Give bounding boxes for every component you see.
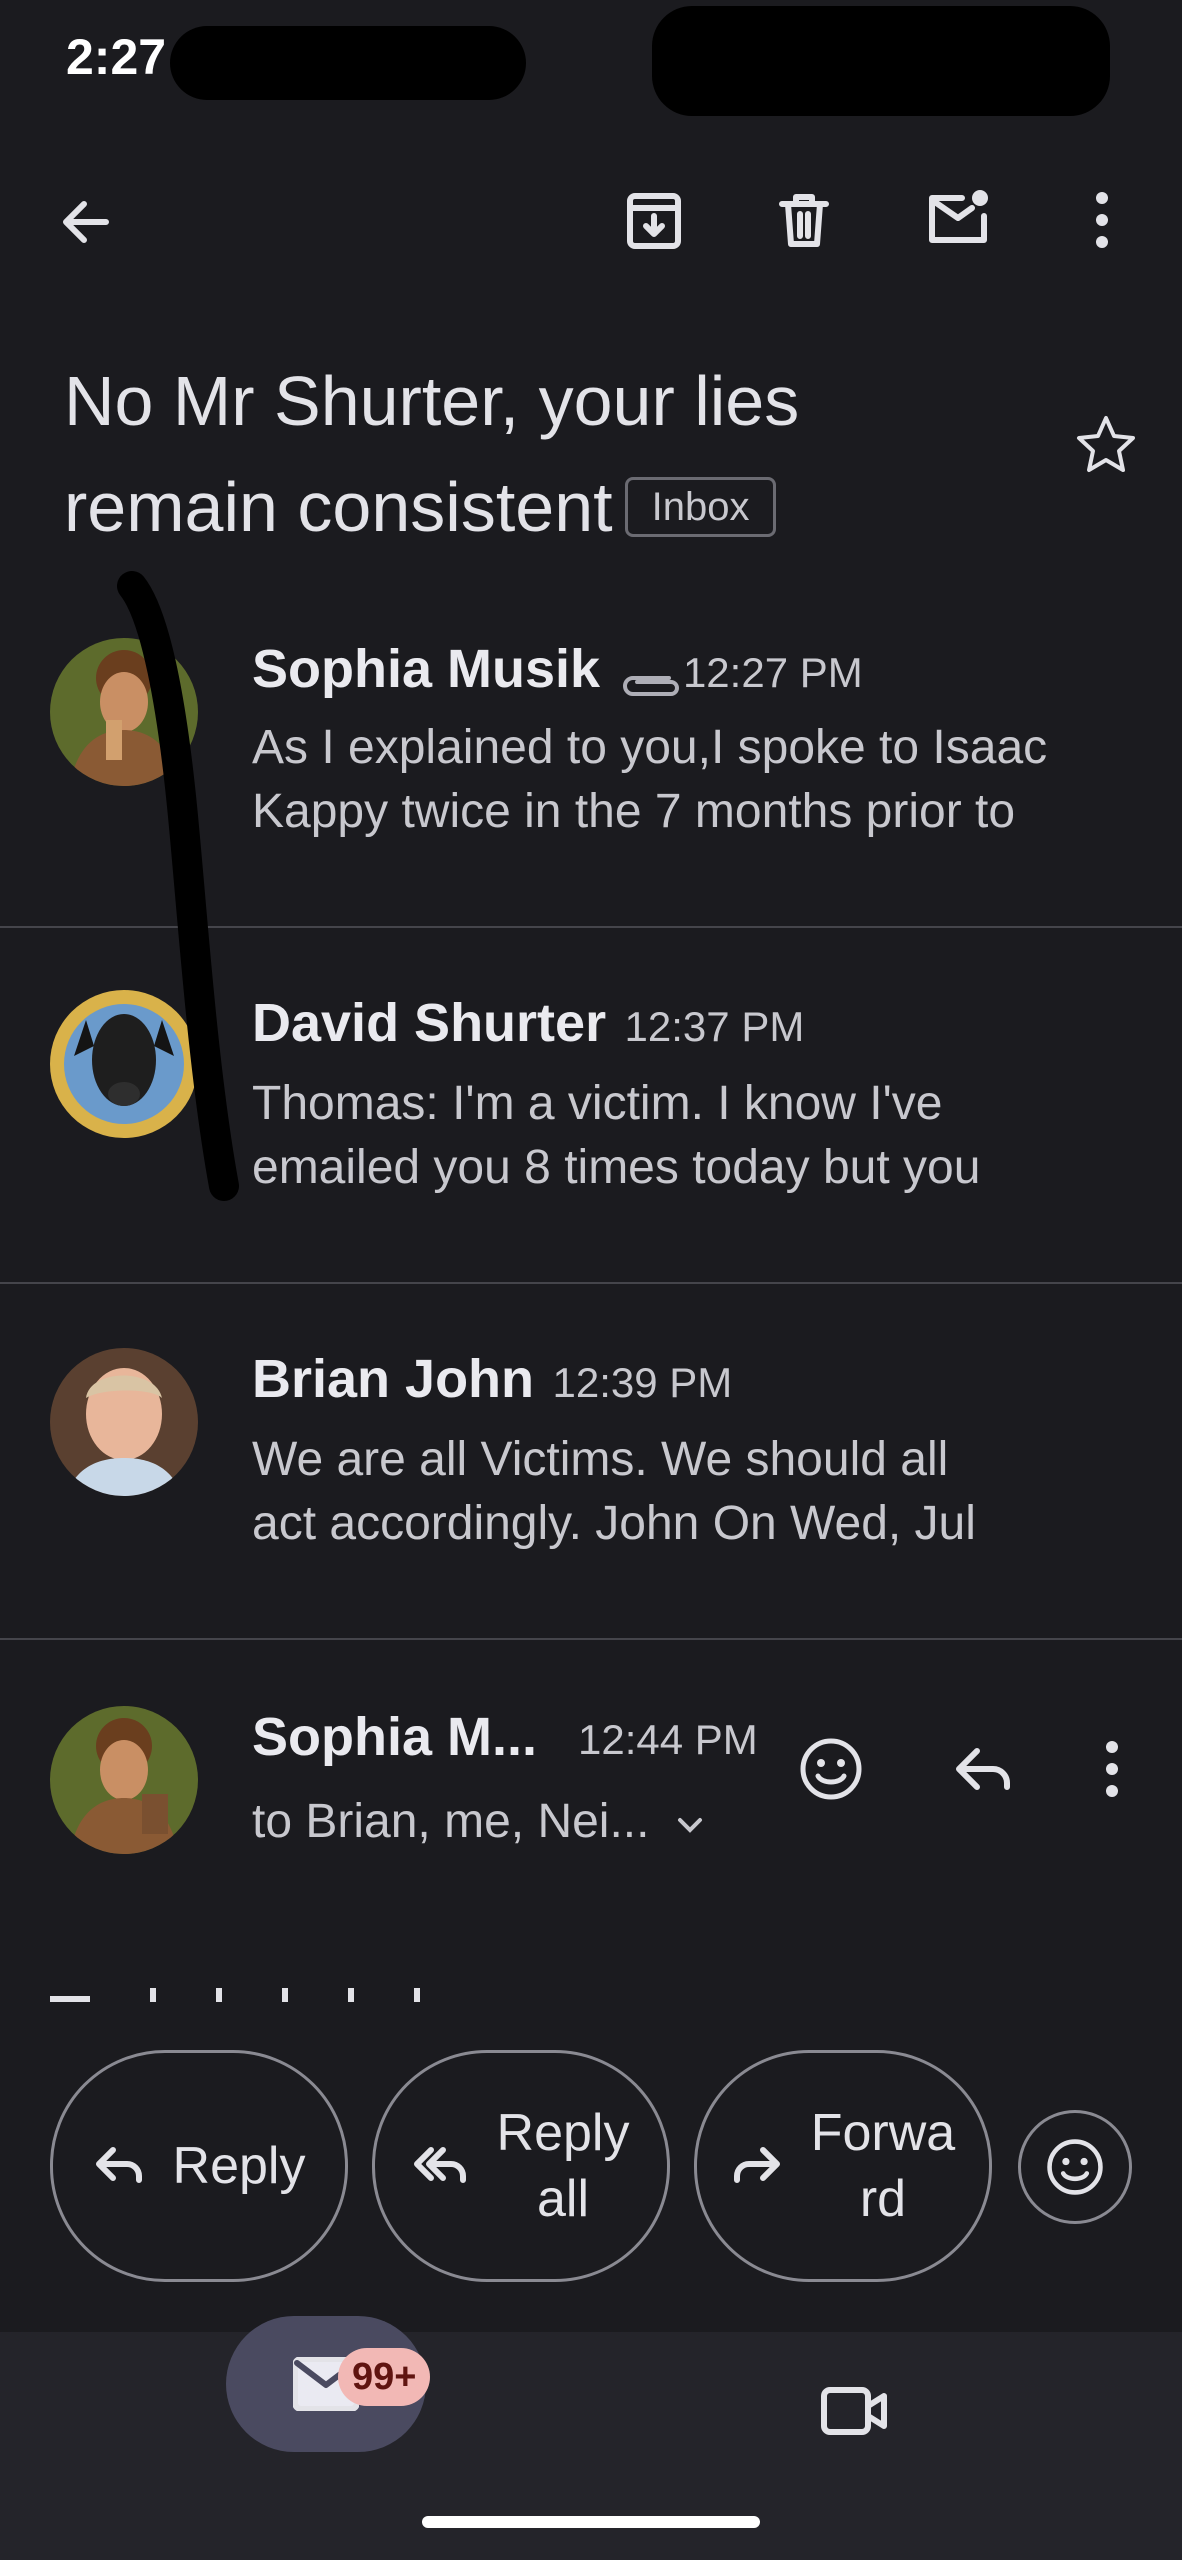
forward-label-1: Forwa [810,2104,956,2162]
snippet-line-1: Thomas: I'm a victim. I know I've [252,1077,943,1130]
reply-all-label-2: all [536,2170,589,2228]
back-arrow-icon [63,201,109,243]
snippet-line-2: Kappy twice in the 7 months prior to [252,785,1016,838]
reply-all-label-1: Reply [496,2104,630,2162]
message-body-clipped [50,1988,590,2002]
back-button[interactable] [40,176,132,268]
sender-name: Brian John [252,1349,535,1409]
emoji-icon [800,1738,862,1800]
emoji-reaction-button[interactable] [1018,2110,1132,2224]
video-camera-icon [821,2387,887,2435]
sender-name: Sophia Musik [252,639,601,699]
status-time: 2:27 [66,29,167,85]
forward-button[interactable]: Forwa rd [694,2050,992,2282]
snippet-line-1: We are all Victims. We should all [252,1433,949,1486]
message-time: 12:27 PM [682,649,863,696]
more-options-button[interactable] [1076,172,1128,268]
star-icon [1077,416,1135,472]
snippet-line-1: As I explained to you,I spoke to Isaac [252,721,1048,774]
message-more-button[interactable] [1086,1724,1138,1814]
archive-icon [627,193,681,249]
attachment-icon [622,675,679,696]
subject-line-2: remain consistent [64,468,613,546]
inbox-label[interactable]: Inbox [624,476,777,537]
star-button[interactable] [1064,402,1148,486]
snippet-line-2: act accordingly. John On Wed, Jul [252,1497,976,1550]
message-item[interactable]: Brian John 12:39 PM We are all Victims. … [0,1284,1182,1638]
more-vert-icon [1106,1741,1118,1797]
recipients-toggle[interactable]: to Brian, me, Nei... [252,1794,708,1849]
sender-name: Sophia M... [252,1707,538,1767]
message-time: 12:39 PM [552,1359,733,1406]
recipients-text: to Brian, me, Nei... [252,1795,650,1848]
reply-label: Reply [172,2137,306,2195]
nav-meet-tab[interactable] [810,2366,900,2456]
reply-button-header[interactable] [938,1724,1028,1814]
more-vert-icon [1096,192,1108,248]
sender-name: David Shurter [252,993,607,1053]
trash-icon [779,194,829,247]
forward-label-2: rd [859,2170,907,2228]
mark-unread-button[interactable] [908,168,1008,268]
home-indicator [422,2516,760,2528]
avatar [50,1706,198,1854]
mark-unread-icon [929,190,988,243]
reply-icon [956,1748,1010,1790]
message-time: 12:44 PM [578,1716,758,1763]
reply-all-button[interactable]: Reply all [372,2050,670,2282]
redacted-status-area [170,26,526,100]
expanded-message-header[interactable]: Sophia M... 12:44 PM to Brian, me, Nei..… [0,1640,1182,1880]
reply-all-icon [413,2147,466,2183]
archive-button[interactable] [606,172,702,268]
redacted-status-icons [652,6,1110,116]
chevron-down-icon [677,1818,702,1833]
message-time: 12:37 PM [624,1003,805,1050]
snippet-line-2: emailed you 8 times today but you [252,1141,981,1194]
forward-icon [733,2147,780,2183]
email-subject: No Mr Shurter, your lies remain consiste… [64,348,1024,560]
reply-button[interactable]: Reply [50,2050,348,2282]
avatar [50,1348,198,1496]
unread-badge: 99+ [338,2348,431,2406]
subject-line-1: No Mr Shurter, your lies [64,362,800,440]
delete-button[interactable] [756,172,852,268]
emoji-react-button[interactable] [786,1724,876,1814]
marker-scribble [117,571,239,1201]
emoji-icon [1047,2139,1103,2195]
reply-icon [95,2147,142,2183]
